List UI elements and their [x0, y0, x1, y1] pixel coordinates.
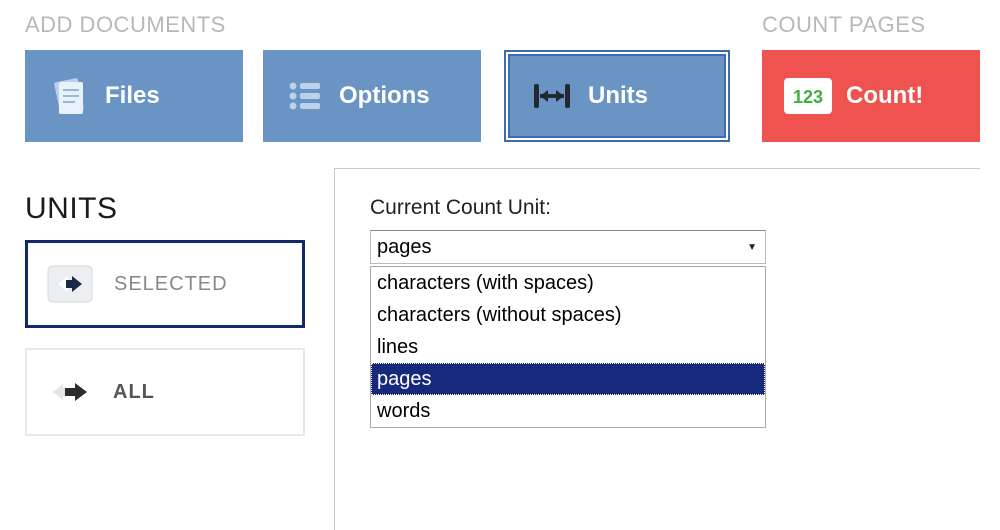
unit-dropdown-list[interactable]: characters (with spaces) characters (wit…: [370, 266, 766, 428]
count-pages-header: COUNT PAGES: [762, 12, 926, 38]
unit-option-chars-with-spaces[interactable]: characters (with spaces): [371, 267, 765, 299]
units-button[interactable]: Units: [504, 50, 730, 142]
unit-option-words[interactable]: words: [371, 395, 765, 427]
svg-text:123: 123: [793, 87, 823, 107]
dropdown-arrow-icon: ▼: [747, 242, 757, 253]
options-button-label: Options: [339, 82, 430, 110]
units-all-label: ALL: [113, 381, 155, 404]
current-unit-label: Current Count Unit:: [370, 196, 551, 220]
count-button-label: Count!: [846, 82, 923, 110]
unit-option-chars-without-spaces[interactable]: characters (without spaces): [371, 299, 765, 331]
files-button-label: Files: [105, 82, 160, 110]
options-icon: [285, 76, 325, 116]
units-all-filter[interactable]: ALL: [25, 348, 305, 436]
add-documents-header: ADD DOCUMENTS: [25, 12, 226, 38]
units-selected-label: SELECTED: [114, 273, 228, 296]
resize-horizontal-icon: [530, 76, 574, 116]
files-icon: [47, 74, 91, 118]
selected-arrow-icon: [42, 256, 98, 312]
current-unit-value: pages: [377, 236, 432, 259]
units-selected-filter[interactable]: SELECTED: [25, 240, 305, 328]
files-button[interactable]: Files: [25, 50, 243, 142]
unit-option-lines[interactable]: lines: [371, 331, 765, 363]
current-unit-select[interactable]: pages ▼: [370, 230, 766, 264]
all-arrow-icon: [41, 364, 97, 420]
units-button-label: Units: [588, 82, 648, 110]
count-button[interactable]: 123 Count!: [762, 50, 980, 142]
123-badge-icon: 123: [784, 78, 832, 114]
unit-option-pages[interactable]: pages: [371, 363, 765, 395]
units-section-title: UNITS: [25, 192, 118, 226]
options-button[interactable]: Options: [263, 50, 481, 142]
